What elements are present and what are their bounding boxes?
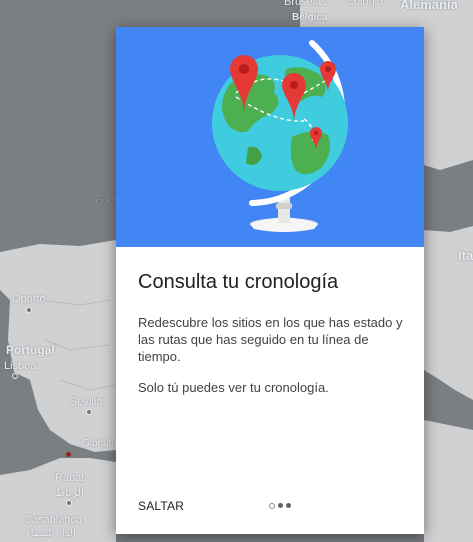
map-label-gibraltar: Gibralta	[82, 438, 118, 449]
map-label-portugal: Portugal	[6, 343, 55, 357]
privacy-note: Solo tú puedes ver tu cronología.	[138, 380, 329, 395]
city-dot-rabat	[66, 500, 72, 506]
dialog-title: Consulta tu cronología	[138, 271, 339, 293]
map-label-lisboa: Lisboa	[4, 360, 37, 372]
map-label-sevilla: Sevilla	[70, 396, 103, 408]
map-label-bruselas: Bruselas	[284, 0, 327, 8]
map-label-alemania: Alemania	[400, 0, 458, 12]
map-label-casablanca: Casablanca	[24, 514, 83, 526]
city-dot-lisboa	[12, 373, 18, 379]
map-label-casablanca-ar: الدار البيضاء	[26, 528, 76, 539]
page-dot-3[interactable]	[286, 503, 291, 508]
map-label-belgica: Bélgica	[292, 12, 328, 23]
globe-illustration-icon	[212, 40, 348, 232]
city-dot-oporto	[26, 307, 32, 313]
timeline-onboarding-dialog: Consulta tu cronología Redescubre los si…	[116, 27, 424, 534]
map-label-rabat-ar: الرباط	[55, 487, 85, 499]
city-dot-sevilla	[86, 409, 92, 415]
map-label-oporto: Oporto	[12, 293, 46, 305]
map-label-colonia: Colonia	[346, 0, 384, 8]
dialog-description: Redescubre los sitios en los que has est…	[138, 315, 403, 364]
map-label-ita: Ita	[458, 248, 473, 263]
location-dot	[66, 452, 71, 457]
map-label-rabat: Rabat	[55, 472, 85, 484]
page-dot-1[interactable]	[269, 503, 275, 509]
page-dot-2[interactable]	[278, 503, 283, 508]
page-indicator	[269, 503, 291, 509]
skip-button[interactable]: SALTAR	[138, 499, 184, 513]
dialog-hero	[116, 27, 424, 247]
